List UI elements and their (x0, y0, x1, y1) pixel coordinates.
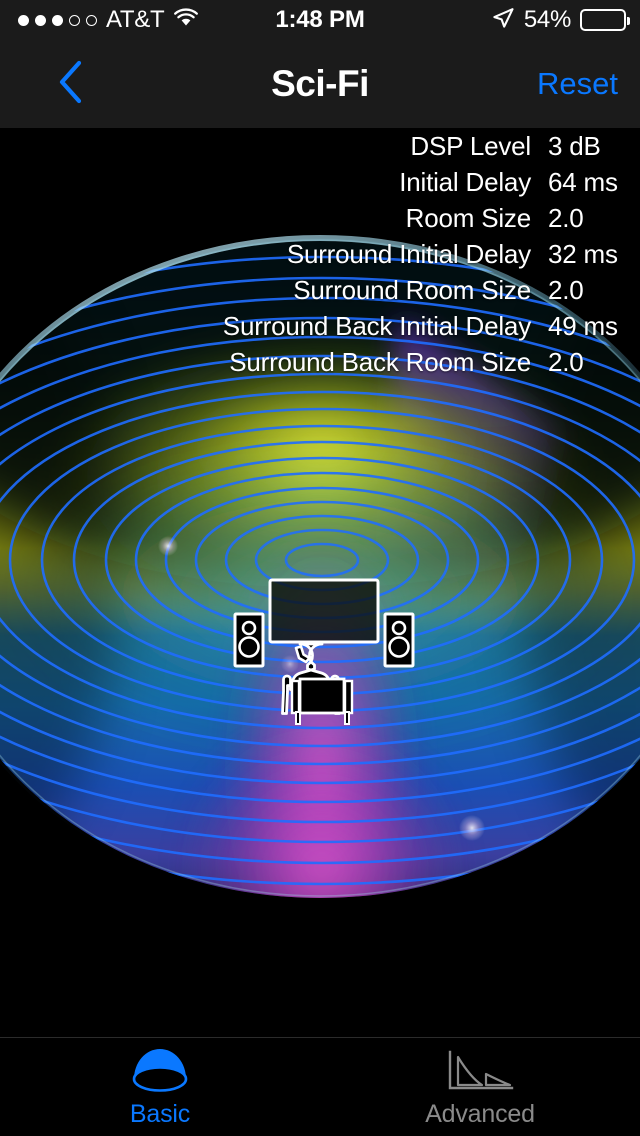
tab-bar: Basic Advanced (0, 1037, 640, 1136)
left-speaker (233, 612, 265, 668)
sound-field-visualization (0, 128, 640, 1038)
tab-advanced-label: Advanced (425, 1099, 535, 1128)
status-bar: AT&T 1:48 PM 54% (0, 0, 640, 40)
decay-curve-icon (444, 1046, 516, 1096)
status-bar-right: 54% (491, 0, 630, 40)
right-speaker (383, 612, 415, 668)
app-screen: DSP Level 3 dB Initial Delay 64 ms Room … (0, 0, 640, 1136)
tab-basic[interactable]: Basic (0, 1038, 320, 1136)
battery-icon (580, 9, 630, 31)
battery-percent-label: 54% (523, 6, 571, 33)
dome-icon (129, 1046, 191, 1096)
navigation-bar: Sci-Fi Reset (0, 40, 640, 128)
tab-advanced[interactable]: Advanced (320, 1038, 640, 1136)
location-arrow-icon (491, 6, 515, 35)
reset-button[interactable]: Reset (537, 40, 618, 128)
tab-basic-label: Basic (129, 1099, 191, 1128)
television-screen (268, 578, 380, 644)
